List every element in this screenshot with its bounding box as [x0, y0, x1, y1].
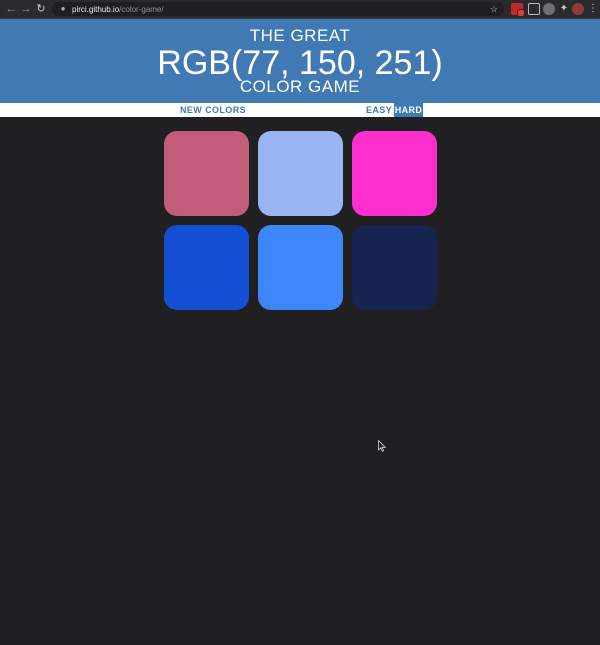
game-header: THE GREAT RGB(77, 150, 251) COLOR GAME — [0, 19, 600, 103]
mouse-pointer-icon — [378, 440, 386, 452]
bookmark-star-icon[interactable]: ☆ — [490, 3, 498, 15]
address-bar[interactable]: ● pirci.github.io /color-game/ ☆ — [52, 2, 504, 16]
browser-toolbar: ← → ↻ ● pirci.github.io /color-game/ ☆ ✦… — [0, 0, 600, 19]
back-arrow-icon[interactable]: ← — [4, 2, 18, 16]
color-square[interactable] — [164, 225, 249, 310]
forward-arrow-icon[interactable]: → — [19, 2, 33, 16]
hard-mode-button[interactable]: HARD — [394, 103, 423, 117]
controls-stripe: NEW COLORS EASY HARD — [0, 103, 600, 117]
menu-kebab-icon[interactable]: ⋮ — [588, 3, 598, 15]
color-square[interactable] — [258, 225, 343, 310]
color-squares-grid — [164, 131, 437, 310]
profile-avatar-icon[interactable] — [572, 3, 584, 15]
color-square[interactable] — [164, 131, 249, 216]
reload-icon[interactable]: ↻ — [34, 2, 48, 16]
extension-icon[interactable] — [543, 3, 555, 15]
extension-icon[interactable] — [528, 3, 540, 15]
color-square[interactable] — [352, 225, 437, 310]
puzzle-extensions-icon[interactable]: ✦ — [558, 3, 570, 15]
lock-icon: ● — [60, 4, 66, 13]
color-square[interactable] — [258, 131, 343, 216]
url-host: pirci.github.io — [72, 4, 120, 14]
url-path: /color-game/ — [119, 4, 164, 14]
easy-mode-button[interactable]: EASY — [366, 103, 392, 117]
extension-icon[interactable] — [511, 3, 525, 17]
extension-badge — [517, 9, 525, 17]
color-square[interactable] — [352, 131, 437, 216]
new-colors-button[interactable]: NEW COLORS — [180, 103, 246, 117]
title-line-3: COLOR GAME — [239, 77, 361, 96]
